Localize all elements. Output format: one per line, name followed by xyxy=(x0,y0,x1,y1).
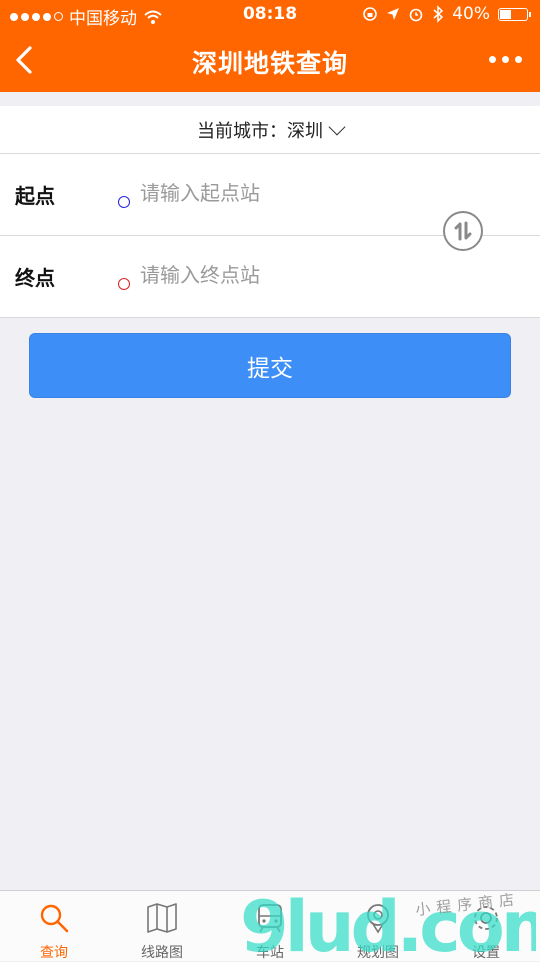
tab-query[interactable]: 查询 xyxy=(0,891,108,961)
nav-bar: 深圳地铁查询 xyxy=(0,30,540,92)
end-label: 终点 xyxy=(15,266,55,290)
location-arrow-icon xyxy=(387,8,400,20)
start-station-input[interactable] xyxy=(138,174,432,212)
city-label: 当前城市： xyxy=(197,120,287,142)
end-station-input[interactable] xyxy=(138,256,432,294)
status-bar: 中国移动 08:18 40% xyxy=(0,0,540,30)
battery-percent: 40% xyxy=(452,4,490,24)
swap-stations-button[interactable] xyxy=(443,211,483,251)
city-value: 深圳 xyxy=(287,120,323,142)
city-selector[interactable]: 当前城市： 深圳 xyxy=(0,106,540,154)
tab-settings[interactable]: 设置 xyxy=(432,891,540,961)
orientation-lock-icon xyxy=(363,7,378,21)
train-icon xyxy=(258,904,282,933)
tab-plan-map[interactable]: 规划图 xyxy=(324,891,432,961)
tab-label: 查询 xyxy=(40,945,68,961)
tab-label: 线路图 xyxy=(141,945,183,961)
tab-station[interactable]: 车站 xyxy=(216,891,324,961)
map-icon xyxy=(147,903,177,933)
swap-arrows-icon xyxy=(454,221,472,241)
gear-icon xyxy=(474,906,498,930)
start-label: 起点 xyxy=(15,184,55,208)
chevron-down-icon xyxy=(328,118,346,135)
tab-bar: 查询 线路图 车站 规划图 设置 xyxy=(0,890,540,961)
status-right: 40% xyxy=(362,4,531,24)
more-dots-icon xyxy=(489,56,496,63)
submit-button[interactable]: 提交 xyxy=(29,333,511,398)
tab-label: 设置 xyxy=(472,945,500,961)
page-title: 深圳地铁查询 xyxy=(191,49,348,78)
battery-fill xyxy=(500,9,512,19)
tab-line-map[interactable]: 线路图 xyxy=(108,891,216,961)
more-button[interactable] xyxy=(489,50,522,69)
start-marker-icon xyxy=(118,196,130,208)
battery-icon xyxy=(498,7,531,21)
end-marker-icon xyxy=(118,278,130,290)
bluetooth-icon xyxy=(433,5,444,23)
tab-label: 车站 xyxy=(256,945,284,961)
tab-label: 规划图 xyxy=(357,945,399,961)
alarm-icon xyxy=(409,8,423,22)
search-icon xyxy=(40,904,69,933)
location-pin-icon xyxy=(367,904,389,934)
